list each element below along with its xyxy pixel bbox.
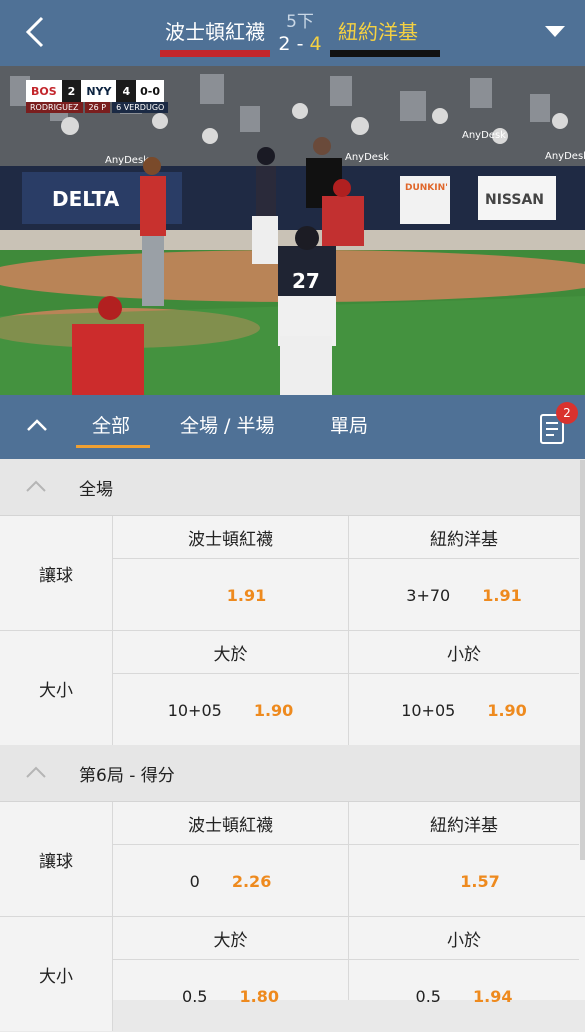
total-line: 10+05 [401, 700, 456, 720]
selection-over: 大於 10+05 1.90 [113, 631, 349, 745]
selection-name: 紐約洋基 [349, 516, 579, 559]
live-video-player[interactable]: DELTA DUNKIN' NISSAN AnyDesk AnyDesk Any… [0, 66, 585, 395]
odds-price: 1.90 [253, 700, 294, 720]
odds-price: 1.90 [487, 700, 527, 720]
scorebug-home-abbr: BOS [31, 84, 57, 98]
market-total: 大小 大於 0.5 1.80 小於 0.5 1.94 [0, 917, 585, 1031]
chevron-left-icon[interactable] [22, 14, 50, 50]
selection-name: 紐約洋基 [349, 802, 579, 845]
market-handicap: 讓球 波士頓紅襪 0 2.26 紐約洋基 1.57 [0, 802, 585, 916]
caret-down-icon[interactable] [543, 22, 567, 40]
overlay-anydesk-4: AnyDesk [545, 151, 585, 162]
scorebug-sub: RODRIGUEZ 26 P 6 VERDUGO [26, 102, 170, 113]
sign-nissan: NISSAN [485, 192, 544, 208]
home-team-name: 波士頓紅襪 [165, 20, 265, 44]
selection-name: 大於 [113, 917, 348, 960]
sign-delta: DELTA [52, 187, 120, 211]
tab-full-half[interactable]: 全場 / 半場 [180, 411, 274, 438]
score: 2 - 4 [270, 33, 330, 55]
selection-under: 小於 0.5 1.94 [349, 917, 579, 1006]
odds-price: 1.94 [472, 986, 513, 1006]
scrollbar[interactable] [580, 460, 585, 860]
odds-button[interactable]: 0.5 1.80 [113, 960, 348, 1032]
chevron-up-icon [26, 480, 46, 492]
scorebug-pitch-count: 26 P [84, 102, 111, 113]
selection-away: 紐約洋基 3+70 1.91 [349, 516, 579, 630]
tab-all[interactable]: 全部 [92, 411, 130, 438]
selection-name: 小於 [349, 917, 579, 960]
home-score: 2 [278, 33, 291, 55]
tab-inning[interactable]: 單局 [330, 411, 368, 438]
scorebug-count: 0-0 [136, 80, 164, 102]
scorebug-home-runs: 2 [61, 80, 82, 102]
odds-button[interactable]: 1.91 [113, 559, 348, 631]
section-title: 第6局 - 得分 [79, 766, 175, 786]
section-title: 全場 [79, 480, 113, 500]
away-score: 4 [309, 33, 322, 55]
selection-name: 小於 [349, 631, 579, 674]
overlay-anydesk-1: AnyDesk [105, 155, 149, 166]
selection-home: 波士頓紅襪 0 2.26 [113, 802, 349, 916]
market-label: 讓球 [0, 516, 113, 630]
odds-button[interactable]: 10+05 1.90 [113, 674, 348, 746]
odds-button[interactable]: 3+70 1.91 [349, 559, 579, 631]
total-line: 0.5 [182, 986, 208, 1006]
odds-price: 1.57 [460, 871, 500, 891]
inning-indicator: 5下 [286, 12, 314, 32]
score-separator: - [296, 33, 304, 55]
match-header: 波士頓紅襪 5下 2 - 4 紐約洋基 [0, 0, 585, 66]
market-total: 大小 大於 10+05 1.90 小於 10+05 1.90 [0, 631, 585, 745]
chevron-up-icon [26, 766, 46, 778]
selection-over: 大於 0.5 1.80 [113, 917, 349, 1006]
market-label: 讓球 [0, 802, 113, 916]
selection-name: 波士頓紅襪 [113, 516, 348, 559]
odds-price: 2.26 [231, 871, 272, 891]
jersey-number: 27 [292, 269, 320, 293]
overlay-anydesk-2: AnyDesk [345, 152, 389, 163]
selection-under: 小於 10+05 1.90 [349, 631, 579, 745]
odds-price: 1.91 [482, 585, 522, 605]
home-team-color-bar [160, 50, 270, 57]
selection-away: 紐約洋基 1.57 [349, 802, 579, 916]
odds-button[interactable]: 10+05 1.90 [349, 674, 579, 746]
sign-dunkin: DUNKIN' [405, 183, 448, 193]
handicap-line: 0 [189, 871, 200, 891]
market-label: 大小 [0, 917, 113, 1031]
on-deck-batter-figure: 27 [278, 226, 336, 395]
odds-price: 1.91 [226, 585, 267, 605]
pitcher-figure [140, 157, 166, 306]
selection-home: 波士頓紅襪 1.91 [113, 516, 349, 630]
odds-price: 1.80 [239, 986, 279, 1006]
scorebug-away-abbr: NYY [86, 84, 112, 98]
video-frame: DELTA DUNKIN' NISSAN AnyDesk AnyDesk Any… [0, 66, 585, 395]
selection-name: 波士頓紅襪 [113, 802, 348, 845]
total-line: 0.5 [415, 986, 441, 1006]
market-tabs: 全部 全場 / 半場 單局 [0, 395, 585, 459]
section-header-inning-6[interactable]: 第6局 - 得分 [0, 745, 585, 802]
market-handicap: 讓球 波士頓紅襪 1.91 紐約洋基 3+70 1.91 [0, 516, 585, 630]
section-header-full-game[interactable]: 全場 [0, 459, 585, 516]
selection-name: 大於 [113, 631, 348, 674]
total-line: 10+05 [167, 700, 222, 720]
bet-slip-badge: 2 [556, 402, 578, 424]
odds-button[interactable]: 0.5 1.94 [349, 960, 579, 1032]
tv-scorebug: BOS 2 NYY 4 0-0 [26, 80, 164, 102]
away-team-color-bar [330, 50, 440, 57]
handicap-line: 3+70 [406, 585, 451, 605]
away-team-name: 紐約洋基 [338, 20, 418, 44]
chevron-up-icon[interactable] [24, 415, 50, 435]
scorebug-away-runs: 4 [116, 80, 137, 102]
overlay-anydesk-3: AnyDesk [462, 130, 506, 141]
odds-button[interactable]: 1.57 [349, 845, 579, 917]
odds-button[interactable]: 0 2.26 [113, 845, 348, 917]
market-label: 大小 [0, 631, 113, 745]
scorebug-pitcher: RODRIGUEZ [26, 102, 83, 113]
scorebug-batter: 6 VERDUGO [112, 102, 169, 113]
active-tab-indicator [76, 445, 150, 448]
